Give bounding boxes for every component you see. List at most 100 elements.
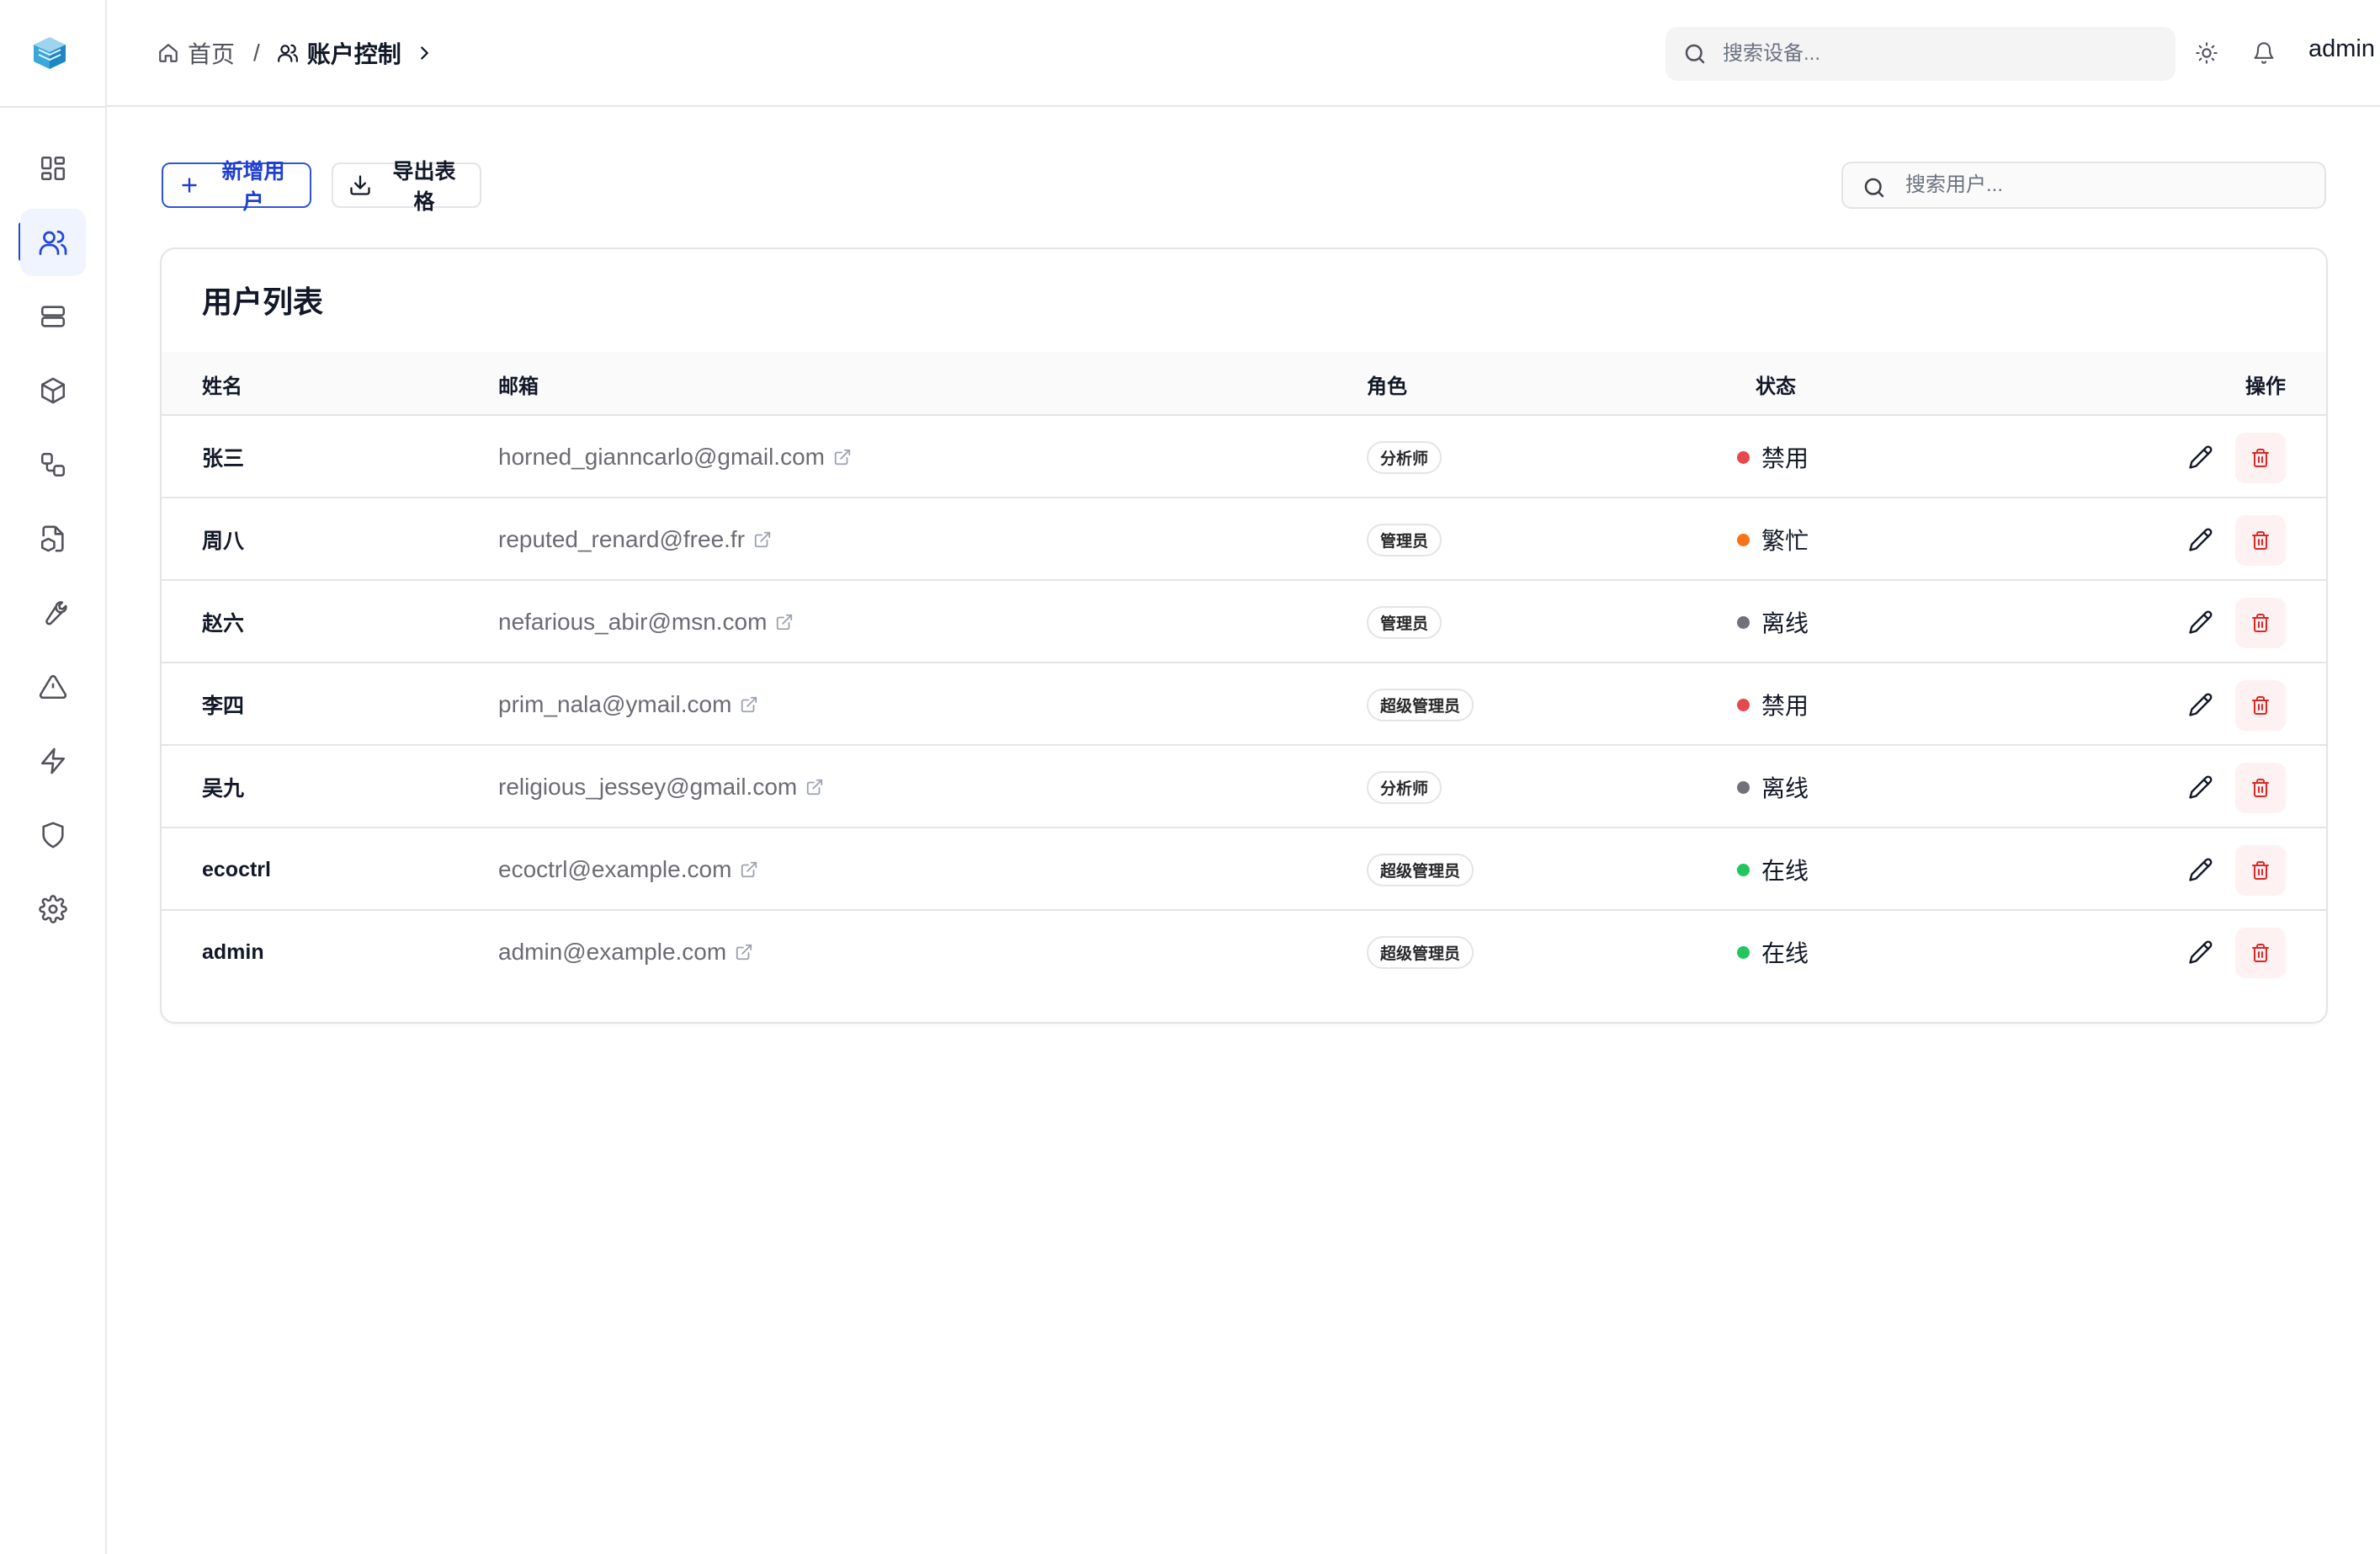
server-icon [39, 302, 67, 331]
table-header: 姓名 邮箱 角色 状态 操作 [162, 352, 2326, 416]
user-search-input[interactable] [1905, 173, 2309, 197]
cube-icon [39, 376, 67, 405]
trash-icon [2250, 613, 2271, 633]
table-row: 李四 prim_nala@ymail.com 超级管理员 禁用 [162, 663, 2326, 746]
delete-button[interactable] [2235, 928, 2286, 978]
export-table-button[interactable]: 导出表格 [332, 160, 481, 214]
user-email-link[interactable]: religious_jessey@gmail.com [498, 746, 824, 828]
edit-button[interactable] [2180, 828, 2222, 911]
add-user-button[interactable]: 新增用户 [162, 160, 311, 214]
pencil-icon [2188, 939, 2213, 965]
sidebar-item-dashboard[interactable] [20, 135, 86, 202]
sidebar-item-settings[interactable] [20, 875, 86, 943]
breadcrumb-separator: / [253, 40, 260, 66]
device-search-input[interactable] [1723, 42, 2144, 66]
status-label: 离线 [1761, 775, 1809, 801]
user-email: nefarious_abir@msn.com [498, 609, 768, 635]
username[interactable]: admin [2308, 35, 2375, 63]
user-name-cell: 李四 [202, 695, 245, 718]
status-label: 在线 [1761, 940, 1809, 966]
delete-button[interactable] [2235, 598, 2286, 648]
sidebar-item-alerts[interactable] [20, 653, 86, 721]
user-email-link[interactable]: prim_nala@ymail.com [498, 663, 758, 746]
table-row: ecoctrl ecoctrl@example.com 超级管理员 在线 [162, 828, 2326, 911]
notifications-button[interactable] [2250, 39, 2278, 67]
user-email-link[interactable]: ecoctrl@example.com [498, 828, 758, 911]
trash-icon [2250, 695, 2271, 716]
role-badge: 分析师 [1367, 770, 1442, 804]
role-cell: 超级管理员 [1367, 663, 1474, 746]
user-email-link[interactable]: admin@example.com [498, 911, 753, 993]
dashboard-grid-icon [39, 154, 67, 183]
pencil-icon [2188, 774, 2213, 800]
external-link-icon [833, 448, 852, 466]
user-email-link[interactable]: horned_gianncarlo@gmail.com [498, 416, 852, 498]
role-cell: 管理员 [1367, 581, 1442, 663]
table-row: admin admin@example.com 超级管理员 在线 [162, 911, 2326, 993]
sidebar-item-topology[interactable] [20, 431, 86, 498]
sidebar-item-reports[interactable] [20, 505, 86, 572]
card-title: 用户列表 [202, 285, 324, 319]
app-logo-icon[interactable] [29, 32, 71, 74]
role-cell: 分析师 [1367, 416, 1442, 498]
breadcrumb-current-label: 账户控制 [306, 41, 401, 67]
sidebar-item-servers[interactable] [20, 283, 86, 350]
edit-button[interactable] [2180, 746, 2222, 828]
status-label: 在线 [1761, 858, 1809, 884]
breadcrumb-home-label: 首页 [188, 41, 236, 67]
edit-button[interactable] [2180, 416, 2222, 498]
user-name-cell: 周八 [202, 530, 245, 553]
role-cell: 超级管理员 [1367, 828, 1474, 911]
status-label: 离线 [1761, 610, 1809, 636]
workflow-icon [39, 450, 67, 479]
sidebar-item-packages[interactable] [20, 357, 86, 424]
table-row: 张三 horned_gianncarlo@gmail.com 分析师 禁用 [162, 416, 2326, 498]
home-icon [157, 42, 179, 64]
user-search [1841, 162, 2326, 209]
trash-icon [2250, 860, 2271, 881]
delete-button[interactable] [2235, 433, 2286, 483]
table-body: 张三 horned_gianncarlo@gmail.com 分析师 禁用 周八… [162, 416, 2326, 993]
sidebar-item-security[interactable] [20, 801, 86, 869]
edit-button[interactable] [2180, 911, 2222, 993]
sidebar-item-users[interactable] [20, 209, 86, 276]
user-email-link[interactable]: reputed_renard@free.fr [498, 498, 772, 581]
delete-button[interactable] [2235, 845, 2286, 896]
export-table-label: 导出表格 [392, 160, 456, 214]
add-user-label: 新增用户 [221, 160, 285, 214]
top-header: 首页 / 账户控制 admin [107, 0, 2380, 107]
status-cell: 在线 [1737, 828, 1809, 911]
wrench-icon [39, 599, 67, 627]
role-badge: 超级管理员 [1367, 853, 1474, 886]
user-email: admin@example.com [498, 939, 727, 965]
column-header-name: 姓名 [202, 375, 242, 398]
sidebar-item-tools[interactable] [20, 579, 86, 647]
delete-button[interactable] [2235, 515, 2286, 566]
breadcrumb-home[interactable]: 首页 [157, 36, 235, 70]
edit-button[interactable] [2180, 498, 2222, 581]
user-name-cell: 张三 [202, 447, 245, 471]
role-badge: 分析师 [1367, 440, 1442, 474]
users-icon [38, 227, 68, 258]
status-dot [1737, 615, 1750, 629]
edit-button[interactable] [2180, 581, 2222, 663]
bell-icon [2252, 41, 2276, 65]
sidebar-divider [0, 106, 107, 108]
lightning-icon [39, 747, 67, 775]
download-icon [348, 173, 372, 197]
table-row: 周八 reputed_renard@free.fr 管理员 繁忙 [162, 498, 2326, 581]
trash-icon [2250, 778, 2271, 798]
sidebar-item-automation[interactable] [20, 727, 86, 795]
edit-button[interactable] [2180, 663, 2222, 746]
pencil-icon [2188, 527, 2213, 552]
delete-button[interactable] [2235, 763, 2286, 813]
delete-button[interactable] [2235, 680, 2286, 731]
breadcrumb-current[interactable]: 账户控制 [277, 36, 433, 70]
search-icon [1862, 175, 1887, 200]
external-link-icon [740, 860, 758, 879]
user-email-link[interactable]: nefarious_abir@msn.com [498, 581, 794, 663]
status-dot [1737, 533, 1750, 546]
status-label: 繁忙 [1761, 528, 1809, 554]
theme-toggle-button[interactable] [2192, 39, 2221, 67]
user-email: prim_nala@ymail.com [498, 691, 732, 717]
